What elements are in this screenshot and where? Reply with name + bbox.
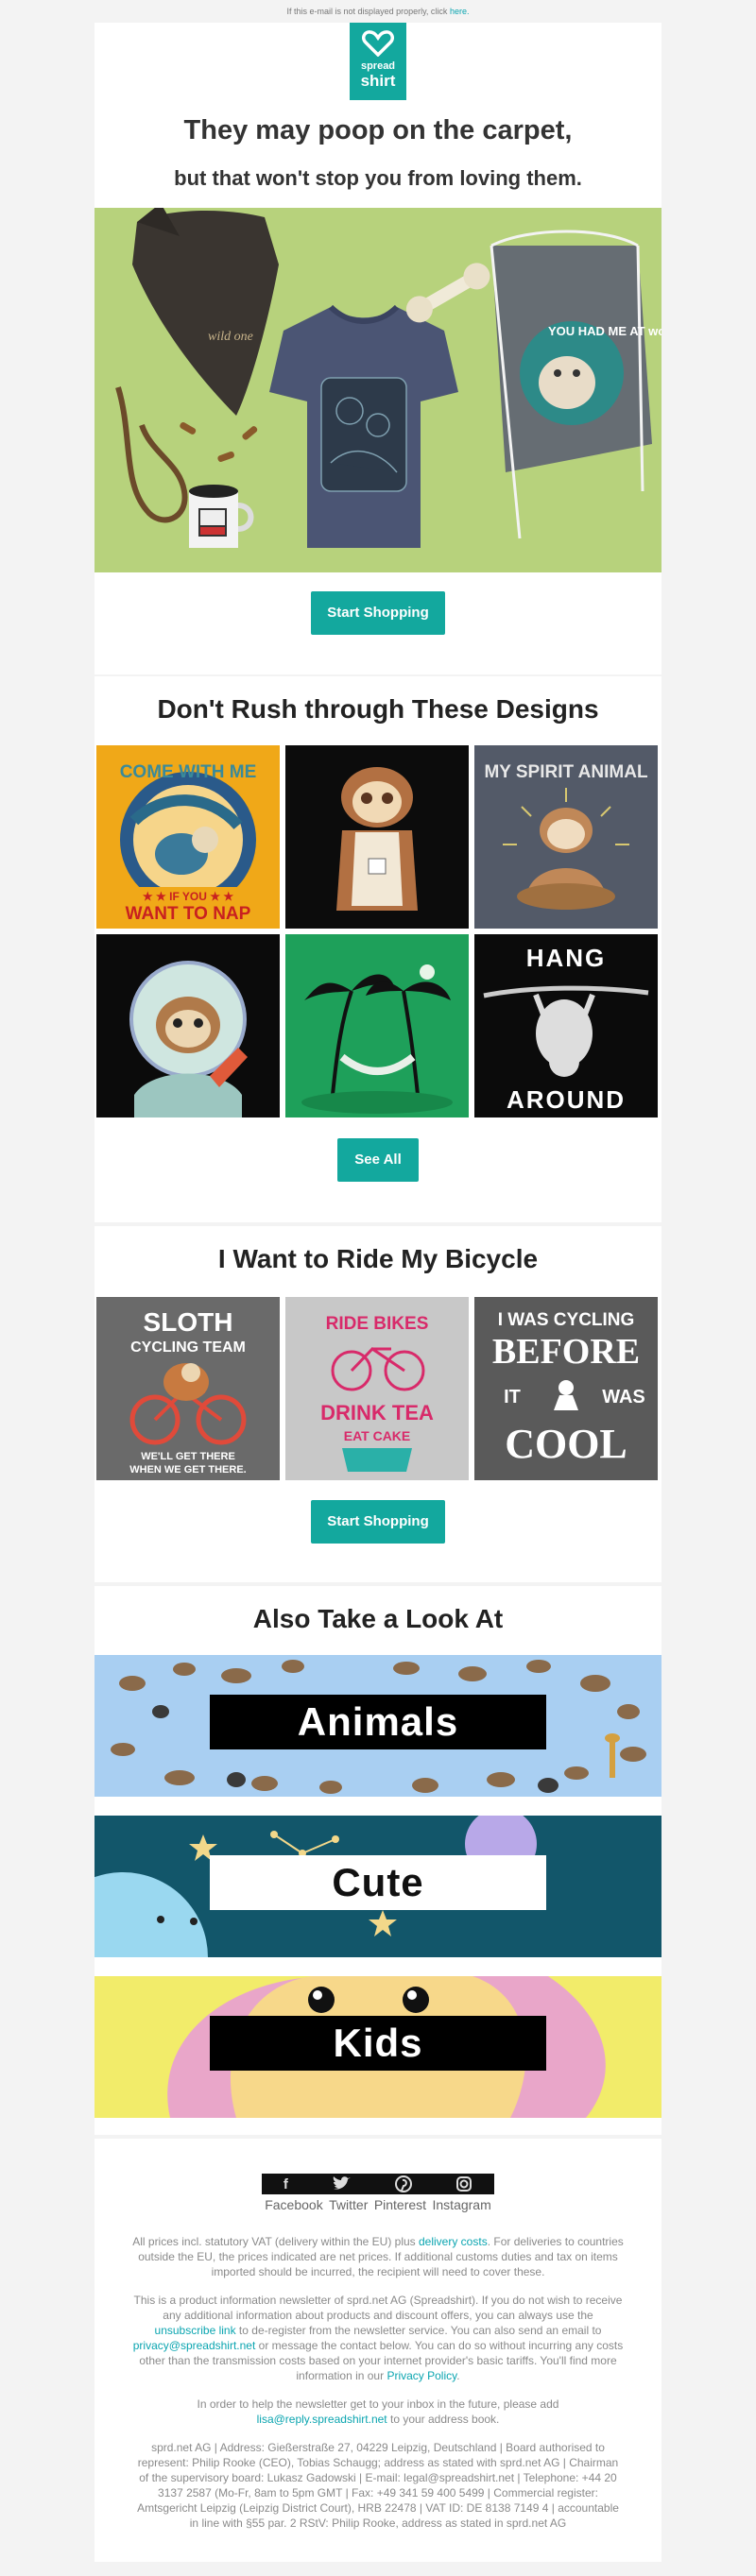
bicycle-tile3-line1: I WAS CYCLING <box>498 1310 635 1330</box>
design-tile-6[interactable]: HANG AROUND <box>474 934 658 1117</box>
bicycle-tile1-bottom-2: WHEN WE GET THERE. <box>129 1464 246 1476</box>
bicycle-section: I Want to Ride My Bicycle SLOTH CYCLING … <box>94 1226 662 1582</box>
twitter-icon[interactable] <box>332 2175 352 2192</box>
bicycle-tile1-top-1: SLOTH <box>144 1307 233 1337</box>
hero-start-shopping-button[interactable]: Start Shopping <box>311 591 445 635</box>
bicycle-tile3-line3: IT <box>504 1387 521 1407</box>
footer-p1-a: All prices incl. statutory VAT (delivery… <box>132 2235 416 2248</box>
heart-icon <box>362 30 394 58</box>
design-tile-5[interactable] <box>285 934 469 1117</box>
hero-title: They may poop on the carpet, <box>183 115 573 145</box>
bicycle-heading: I Want to Ride My Bicycle <box>217 1244 539 1273</box>
animals-banner[interactable]: Animals <box>94 1655 662 1797</box>
footer-p3-b: to your address book. <box>389 2413 500 2426</box>
tile1-bottom-text-1: ★ ★ IF YOU ★ ★ <box>143 890 233 903</box>
footer-p2-a: This is a product information newsletter… <box>133 2294 623 2322</box>
footer-text: All prices incl. statutory VAT (delivery… <box>94 2234 662 2531</box>
see-all-button[interactable]: See All <box>337 1138 419 1182</box>
logo-line-1: spread <box>360 60 396 72</box>
bicycle-tile3-line2: BEFORE <box>492 1332 640 1372</box>
tile1-bottom-text-2: WANT TO NAP <box>126 904 251 924</box>
tile1-top-text: COME WITH ME <box>120 762 257 782</box>
bicycle-tile2-mid: DRINK TEA <box>320 1401 434 1424</box>
spreadshirt-logo[interactable]: spread shirt <box>350 23 406 100</box>
preheader: If this e-mail is not displayed properly… <box>0 0 756 23</box>
twitter-link[interactable]: Twitter <box>329 2197 368 2212</box>
instagram-link[interactable]: Instagram <box>433 2197 491 2212</box>
privacy-policy-link[interactable]: Privacy Policy <box>387 2369 456 2382</box>
reply-email-link[interactable]: lisa@reply.spreadshirt.net <box>257 2413 387 2426</box>
footer-newsletter-note: This is a product information newsletter… <box>94 2293 662 2383</box>
bicycle-tile2-top: RIDE BIKES <box>326 1314 429 1334</box>
bag-text: YOU HAD ME AT woof! <box>548 324 662 338</box>
bicycle-tile1-top-2: CYCLING TEAM <box>130 1339 246 1356</box>
privacy-email-link[interactable]: privacy@spreadshirt.net <box>133 2339 256 2352</box>
social-icon-bar: f <box>262 2174 494 2194</box>
tile3-text: MY SPIRIT ANIMAL <box>484 762 648 782</box>
delivery-costs-link[interactable]: delivery costs <box>419 2235 488 2248</box>
pinterest-link[interactable]: Pinterest <box>374 2197 426 2212</box>
footer-vat-note: All prices incl. statutory VAT (delivery… <box>94 2234 662 2279</box>
cute-banner[interactable]: Cute <box>94 1816 662 1957</box>
design-tile-1[interactable]: COME WITH ME ★ ★ IF YOU ★ ★ WANT TO NAP <box>96 745 280 929</box>
social-links: f Facebook Twitter Pinterest Instagram <box>262 2174 494 2212</box>
social-labels: Facebook Twitter Pinterest Instagram <box>262 2197 494 2212</box>
bicycle-tile1-bottom-1: WE'LL GET THERE <box>141 1451 235 1462</box>
facebook-link[interactable]: Facebook <box>265 2197 322 2212</box>
tile6-bottom-text: AROUND <box>507 1085 626 1114</box>
bandana-text: wild one <box>208 330 253 344</box>
bicycle-tile3-line4: WAS <box>602 1387 645 1407</box>
also-heading: Also Take a Look At <box>252 1604 504 1633</box>
bicycle-start-shopping-button[interactable]: Start Shopping <box>311 1500 445 1544</box>
design-tile-2[interactable] <box>285 745 469 929</box>
hero-image[interactable]: wild one YOU HAD ME AT woof! <box>94 208 662 572</box>
footer-p2-b: to de-register from the newsletter servi… <box>238 2324 602 2337</box>
footer-legal: sprd.net AG | Address: Gießerstraße 27, … <box>137 2441 619 2530</box>
footer-p2-d: . <box>456 2369 460 2382</box>
facebook-icon[interactable]: f <box>284 2176 288 2192</box>
bicycle-tile-1[interactable]: SLOTH CYCLING TEAM WE'LL GET THERE WHEN … <box>96 1297 280 1480</box>
footer-addressbook-note: In order to help the newsletter get to y… <box>94 2397 662 2427</box>
tile6-top-text: HANG <box>526 944 607 972</box>
view-in-browser-link[interactable]: here. <box>450 7 470 16</box>
hero-section: spread shirt They may poop on the carpet… <box>94 23 662 674</box>
cute-label: Cute <box>210 1855 546 1910</box>
instagram-icon[interactable] <box>455 2175 472 2192</box>
bicycle-tile2-bottom: EAT CAKE <box>344 1428 411 1443</box>
also-section: Also Take a Look At Animals Cute Kids <box>94 1586 662 2135</box>
unsubscribe-link[interactable]: unsubscribe link <box>155 2324 236 2337</box>
bicycle-tile-2[interactable]: RIDE BIKES DRINK TEA EAT CAKE <box>285 1297 469 1480</box>
bicycle-tile-3[interactable]: I WAS CYCLING BEFORE IT WAS COOL <box>474 1297 658 1480</box>
kids-label: Kids <box>210 2016 546 2071</box>
kids-banner[interactable]: Kids <box>94 1976 662 2118</box>
logo-line-2: shirt <box>360 72 396 90</box>
animals-label: Animals <box>210 1695 546 1749</box>
hero-subtitle: but that won't stop you from loving them… <box>174 166 582 190</box>
design-tile-3[interactable]: MY SPIRIT ANIMAL <box>474 745 658 929</box>
designs-heading: Don't Rush through These Designs <box>157 694 599 724</box>
design-tile-4[interactable] <box>96 934 280 1117</box>
pinterest-icon[interactable] <box>395 2175 413 2192</box>
designs-section: Don't Rush through These Designs COME WI… <box>94 676 662 1222</box>
preheader-text: If this e-mail is not displayed properly… <box>286 7 448 16</box>
footer-p3-a: In order to help the newsletter get to y… <box>197 2397 559 2411</box>
bicycle-tile3-line5: COOL <box>505 1421 627 1467</box>
